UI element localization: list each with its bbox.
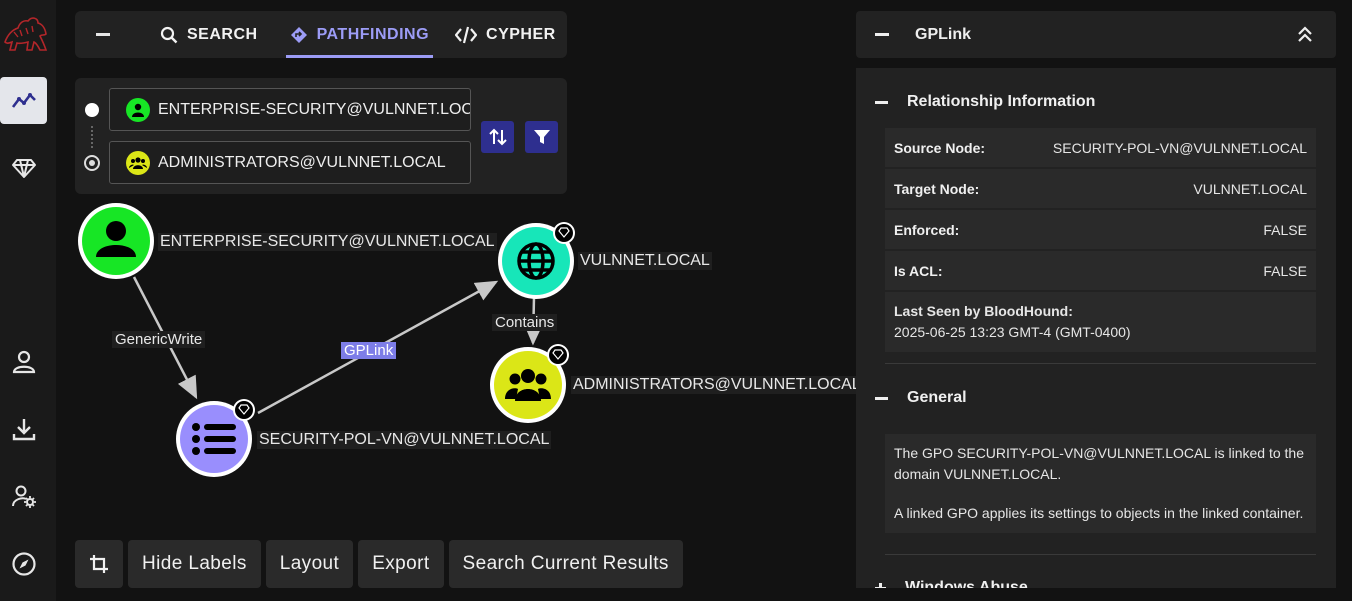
section-general[interactable]: General bbox=[856, 383, 967, 413]
field-key: Target Node: bbox=[894, 180, 980, 197]
node-administrators[interactable] bbox=[488, 343, 574, 425]
entity-panel-header: GPLink bbox=[856, 11, 1336, 58]
field-key: Source Node: bbox=[894, 139, 986, 156]
graph-toolbar: Hide Labels Layout Export Search Current… bbox=[75, 540, 683, 588]
field-row-last-seen: Last Seen by BloodHound: 2025-06-25 13:2… bbox=[885, 292, 1316, 352]
general-paragraph: A linked GPO applies its settings to obj… bbox=[885, 494, 1316, 533]
tab-cypher[interactable]: CYPHER bbox=[451, 11, 560, 58]
entity-panel: Relationship Information Source Node: SE… bbox=[856, 68, 1336, 588]
compass-icon bbox=[11, 551, 36, 576]
field-key: Enforced: bbox=[894, 221, 960, 238]
gem-icon bbox=[11, 158, 36, 178]
target-node-value: ADMINISTRATORS@VULNNET.LOCAL bbox=[158, 153, 446, 171]
fit-to-screen-button[interactable] bbox=[75, 540, 123, 588]
field-value: 2025-06-25 13:23 GMT-4 (GMT-0400) bbox=[894, 324, 1131, 340]
crop-icon bbox=[90, 555, 108, 573]
node-label: ENTERPRISE-SECURITY@VULNNET.LOCAL bbox=[158, 233, 497, 251]
search-icon bbox=[160, 26, 178, 43]
nav-administration[interactable] bbox=[0, 472, 47, 519]
divider bbox=[885, 363, 1316, 364]
edge-label[interactable]: GenericWrite bbox=[112, 331, 206, 348]
search-mode-bar: SEARCH PATHFINDING CYPHER bbox=[75, 11, 567, 58]
field-value: FALSE bbox=[1263, 262, 1307, 279]
user-icon bbox=[12, 350, 35, 373]
minus-icon bbox=[875, 396, 888, 400]
plus-icon bbox=[875, 582, 886, 588]
section-windows-abuse[interactable]: Windows Abuse bbox=[856, 573, 1028, 588]
export-button[interactable]: Export bbox=[358, 540, 444, 588]
node-label: SECURITY-POL-VN@VULNNET.LOCAL bbox=[257, 431, 552, 449]
divider bbox=[885, 554, 1316, 555]
left-nav-rail bbox=[0, 0, 56, 601]
field-row: Target Node: VULNNET.LOCAL bbox=[885, 169, 1316, 208]
minus-icon bbox=[95, 33, 110, 36]
node-label: VULNNET.LOCAL bbox=[578, 252, 712, 270]
edge-filter-button[interactable] bbox=[525, 121, 558, 153]
code-icon bbox=[455, 26, 478, 43]
field-row: Source Node: SECURITY-POL-VN@VULNNET.LOC… bbox=[885, 128, 1316, 167]
start-node-dot-icon bbox=[85, 103, 99, 117]
edge-label[interactable]: Contains bbox=[492, 314, 558, 331]
filter-icon bbox=[533, 130, 550, 144]
node-security-pol-vn[interactable] bbox=[174, 395, 262, 481]
nav-api-explorer[interactable] bbox=[0, 540, 47, 587]
edge-label[interactable]: GPLink bbox=[341, 342, 397, 359]
minus-icon[interactable] bbox=[875, 33, 889, 36]
section-relationship-info[interactable]: Relationship Information bbox=[856, 87, 1095, 117]
user-icon bbox=[126, 97, 150, 122]
section-heading: Relationship Information bbox=[907, 93, 1096, 110]
field-row: Is ACL: FALSE bbox=[885, 251, 1316, 290]
minus-icon bbox=[875, 100, 888, 104]
nav-download-collectors[interactable] bbox=[0, 405, 47, 452]
node-vulnnet-local[interactable] bbox=[496, 221, 578, 303]
field-key: Last Seen by BloodHound: bbox=[894, 303, 1073, 319]
search-current-results-button[interactable]: Search Current Results bbox=[448, 540, 683, 588]
graph-canvas[interactable]: ENTERPRISE-SECURITY@VULNNET.LOCAL VULNNE… bbox=[56, 195, 863, 535]
path-connector bbox=[91, 126, 93, 148]
node-enterprise-security[interactable] bbox=[76, 201, 156, 281]
section-heading: General bbox=[907, 389, 967, 406]
chevrons-up-icon[interactable] bbox=[1296, 24, 1314, 44]
bloodhound-logo-icon bbox=[4, 17, 48, 51]
swap-nodes-button[interactable] bbox=[481, 121, 514, 153]
hide-labels-button[interactable]: Hide Labels bbox=[128, 540, 261, 588]
source-node-value: ENTERPRISE-SECURITY@VULNNET.LOCAL bbox=[158, 100, 471, 118]
pathfinding-panel: ENTERPRISE-SECURITY@VULNNET.LOCAL ADMINI… bbox=[75, 78, 567, 194]
field-value: FALSE bbox=[1263, 221, 1307, 238]
tab-pathfinding[interactable]: PATHFINDING bbox=[285, 11, 434, 58]
field-row: Enforced: FALSE bbox=[885, 210, 1316, 249]
target-node-input[interactable]: ADMINISTRATORS@VULNNET.LOCAL bbox=[109, 141, 471, 184]
tab-pathfinding-label: PATHFINDING bbox=[316, 25, 430, 43]
section-heading: Windows Abuse bbox=[905, 579, 1028, 588]
tab-search-label: SEARCH bbox=[187, 25, 258, 43]
nav-profile[interactable] bbox=[0, 338, 47, 385]
swap-arrows-icon bbox=[488, 128, 507, 146]
user-gear-icon bbox=[11, 485, 36, 508]
path-diamond-icon bbox=[290, 26, 307, 43]
field-value: SECURITY-POL-VN@VULNNET.LOCAL bbox=[1052, 139, 1307, 156]
source-node-input[interactable]: ENTERPRISE-SECURITY@VULNNET.LOCAL bbox=[109, 88, 471, 131]
nav-explore[interactable] bbox=[0, 77, 47, 124]
field-value: VULNNET.LOCAL bbox=[1193, 180, 1307, 197]
tab-cypher-label: CYPHER bbox=[486, 25, 556, 43]
group-icon bbox=[126, 150, 150, 175]
tab-search[interactable]: SEARCH bbox=[156, 11, 262, 58]
target-node-dot-icon bbox=[84, 155, 100, 171]
collapse-search-button[interactable] bbox=[75, 11, 130, 58]
field-key: Is ACL: bbox=[894, 262, 943, 279]
nav-group-management[interactable] bbox=[0, 144, 47, 191]
general-paragraph: The GPO SECURITY-POL-VN@VULNNET.LOCAL is… bbox=[885, 434, 1316, 494]
entity-panel-title: GPLink bbox=[915, 25, 972, 43]
download-icon bbox=[12, 418, 35, 440]
layout-button[interactable]: Layout bbox=[265, 540, 354, 588]
node-label: ADMINISTRATORS@VULNNET.LOCAL bbox=[571, 376, 863, 394]
graph-line-icon bbox=[11, 92, 36, 108]
